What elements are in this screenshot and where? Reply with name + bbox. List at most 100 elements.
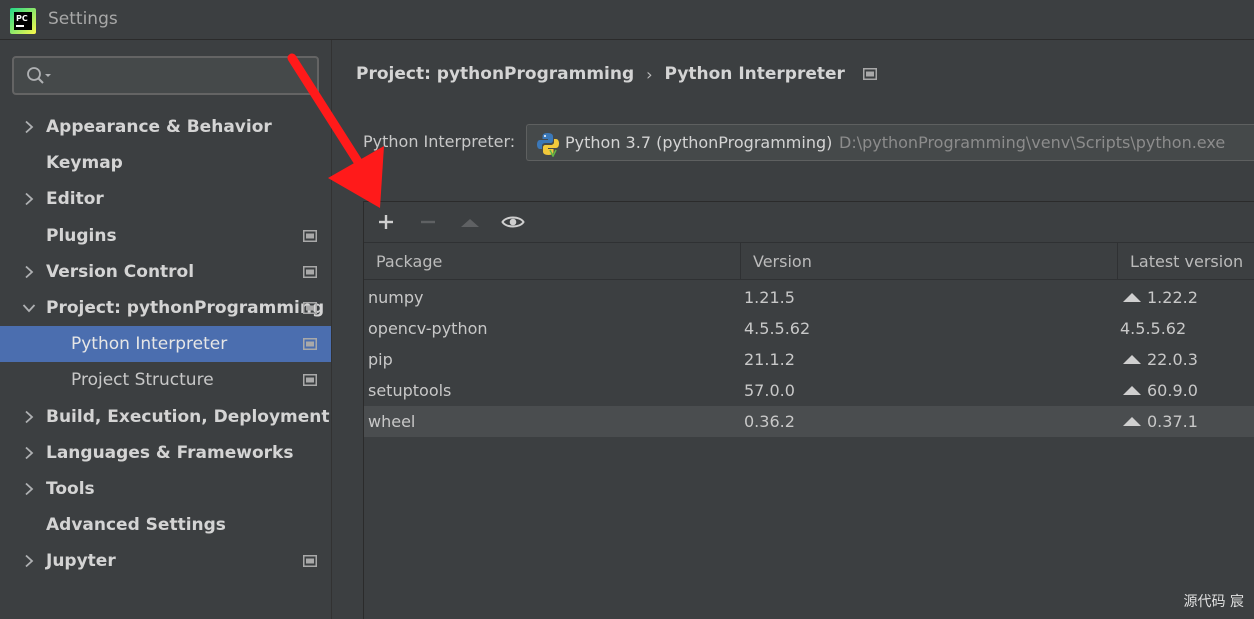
- search-box[interactable]: [12, 56, 319, 95]
- sidebar-item-label: Advanced Settings: [46, 515, 226, 536]
- sidebar-item-label: Languages & Frameworks: [46, 442, 294, 463]
- table-header: Package Version Latest version: [364, 242, 1254, 280]
- chevron-right-icon[interactable]: [22, 192, 36, 206]
- interpreter-name: Python 3.7 (pythonProgramming): [565, 133, 833, 152]
- sidebar-item-label: Project: pythonProgramming: [46, 298, 325, 319]
- sidebar-item-label: Python Interpreter: [71, 334, 228, 355]
- project-level-icon: [303, 555, 317, 568]
- title-bar: PC Settings: [0, 0, 1254, 40]
- chevron-right-icon[interactable]: [22, 410, 36, 424]
- latest-version-text: 1.22.2: [1147, 288, 1198, 307]
- package-name-cell: wheel: [368, 412, 416, 431]
- sidebar-item-label: Jupyter: [46, 551, 116, 572]
- remove-package-button[interactable]: [417, 212, 439, 232]
- sidebar-item-build-execution-deployment[interactable]: Build, Execution, Deployment: [0, 399, 331, 435]
- sidebar-item-keymap[interactable]: Keymap: [0, 145, 331, 181]
- sidebar-item-label: Keymap: [46, 153, 123, 174]
- settings-sidebar: Appearance & Behavior Keymap Editor Plugins…: [0, 40, 332, 619]
- interpreter-label: Python Interpreter:: [363, 132, 516, 151]
- sidebar-item-editor[interactable]: Editor: [0, 181, 331, 217]
- show-early-releases-eye-icon[interactable]: [501, 212, 525, 232]
- sidebar-item-appearance-behavior[interactable]: Appearance & Behavior: [0, 109, 331, 145]
- package-latest-cell: 1.22.2: [1123, 282, 1198, 313]
- breadcrumb-separator: ›: [646, 64, 653, 84]
- breadcrumb-project[interactable]: Project: pythonProgramming: [356, 64, 634, 84]
- sidebar-item-python-interpreter[interactable]: Python Interpreter: [0, 326, 331, 363]
- package-latest-cell: 0.37.1: [1123, 406, 1198, 437]
- latest-version-text: 60.9.0: [1147, 381, 1198, 400]
- upgrade-available-icon: [1123, 355, 1141, 364]
- sidebar-item-languages-frameworks[interactable]: Languages & Frameworks: [0, 435, 331, 471]
- pycharm-logo-icon: PC: [10, 8, 36, 34]
- package-panel: Package Version Latest version numpy 1.21…: [363, 201, 1254, 619]
- search-input[interactable]: [58, 62, 312, 90]
- sidebar-item-advanced-settings[interactable]: Advanced Settings: [0, 507, 331, 543]
- sidebar-item-label: Project Structure: [71, 370, 214, 391]
- package-name-cell: pip: [368, 350, 393, 369]
- upgrade-package-button[interactable]: [459, 212, 481, 232]
- package-name-cell: setuptools: [368, 381, 452, 400]
- python-icon: [537, 133, 559, 157]
- package-toolbar: [364, 202, 1254, 242]
- package-table: Package Version Latest version numpy 1.21…: [364, 242, 1254, 619]
- interpreter-select[interactable]: Python 3.7 (pythonProgramming) D:\python…: [526, 124, 1254, 161]
- search-icon[interactable]: [26, 66, 54, 86]
- sidebar-item-label: Tools: [46, 478, 95, 499]
- sidebar-item-label: Version Control: [46, 261, 195, 282]
- package-version-cell: 4.5.5.62: [744, 319, 811, 338]
- upgrade-available-icon: [1123, 293, 1141, 302]
- breadcrumb-page: Python Interpreter: [664, 64, 845, 84]
- project-level-icon: [303, 338, 317, 351]
- column-header-package[interactable]: Package: [364, 243, 740, 279]
- breadcrumb: Project: pythonProgramming › Python Inte…: [356, 62, 877, 86]
- settings-content: Project: pythonProgramming › Python Inte…: [332, 40, 1254, 619]
- column-header-latest-version[interactable]: Latest version: [1117, 243, 1254, 279]
- package-version-cell: 1.21.5: [744, 288, 795, 307]
- column-header-version[interactable]: Version: [740, 243, 1117, 279]
- chevron-right-icon[interactable]: [22, 482, 36, 496]
- upgrade-available-icon: [1123, 417, 1141, 426]
- logo-text: PC: [16, 14, 28, 23]
- window-title: Settings: [48, 9, 118, 29]
- sidebar-item-plugins[interactable]: Plugins: [0, 218, 331, 254]
- project-level-icon: [303, 229, 317, 242]
- sidebar-item-label: Plugins: [46, 225, 117, 246]
- latest-version-text: 22.0.3: [1147, 350, 1198, 369]
- sidebar-item-version-control[interactable]: Version Control: [0, 254, 331, 290]
- package-latest-cell: 4.5.5.62: [1120, 313, 1186, 344]
- sidebar-item-jupyter[interactable]: Jupyter: [0, 543, 331, 579]
- table-row[interactable]: numpy 1.21.5 1.22.2: [364, 282, 1254, 313]
- sidebar-item-project-structure[interactable]: Project Structure: [0, 362, 331, 398]
- settings-nav: Appearance & Behavior Keymap Editor Plugins…: [0, 109, 331, 579]
- add-package-button[interactable]: [375, 212, 397, 232]
- package-version-cell: 0.36.2: [744, 412, 795, 431]
- table-row[interactable]: pip 21.1.2 22.0.3: [364, 344, 1254, 375]
- interpreter-path: D:\pythonProgramming\venv\Scripts\python…: [839, 133, 1226, 152]
- chevron-right-icon[interactable]: [22, 554, 36, 568]
- table-row[interactable]: wheel 0.36.2 0.37.1: [364, 406, 1254, 437]
- latest-version-text: 0.37.1: [1147, 412, 1198, 431]
- package-version-cell: 57.0.0: [744, 381, 795, 400]
- project-level-icon: [303, 265, 317, 278]
- package-latest-cell: 22.0.3: [1123, 344, 1198, 375]
- table-row[interactable]: opencv-python 4.5.5.62 4.5.5.62: [364, 313, 1254, 344]
- package-latest-cell: 60.9.0: [1123, 375, 1198, 406]
- chevron-right-icon[interactable]: [22, 265, 36, 279]
- package-version-cell: 21.1.2: [744, 350, 795, 369]
- latest-version-text: 4.5.5.62: [1120, 319, 1187, 338]
- sidebar-item-project-pythonprogramming[interactable]: Project: pythonProgramming: [0, 290, 331, 326]
- settings-window: PC Settings Appearance & Behavior Keymap E…: [0, 0, 1254, 619]
- package-name-cell: opencv-python: [368, 319, 488, 338]
- sidebar-item-label: Appearance & Behavior: [46, 117, 272, 138]
- sidebar-item-label: Build, Execution, Deployment: [46, 406, 330, 427]
- project-level-icon: [862, 68, 877, 80]
- chevron-down-icon[interactable]: [22, 301, 36, 315]
- chevron-right-icon[interactable]: [22, 120, 36, 134]
- upgrade-available-icon: [1123, 386, 1141, 395]
- project-level-icon: [303, 301, 317, 314]
- sidebar-item-tools[interactable]: Tools: [0, 471, 331, 507]
- package-name-cell: numpy: [368, 288, 424, 307]
- watermark: 源代码 宸: [1183, 594, 1244, 610]
- table-row[interactable]: setuptools 57.0.0 60.9.0: [364, 375, 1254, 406]
- chevron-right-icon[interactable]: [22, 446, 36, 460]
